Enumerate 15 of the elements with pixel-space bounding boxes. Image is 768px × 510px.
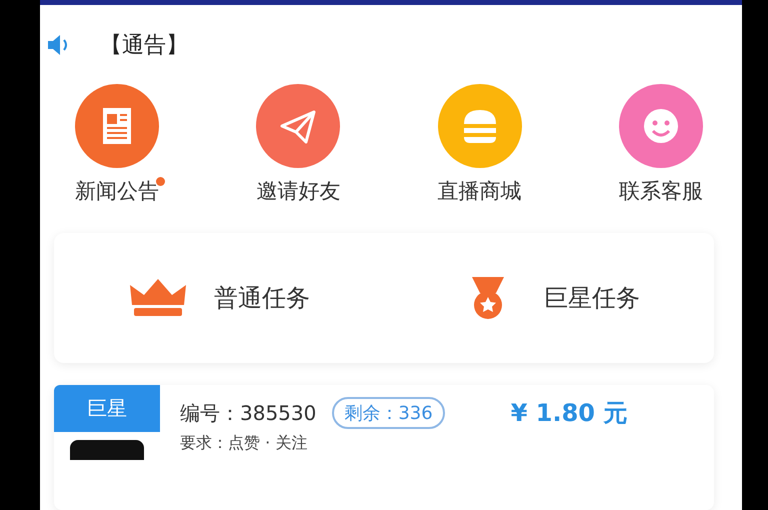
shortcut-button[interactable]: 直播商城 [414,83,545,205]
task-type-label: 普通任务 [214,283,310,314]
task-price: ¥ 1.80 元 [510,398,628,429]
remaining-badge: 剩余：336 [332,397,445,429]
task-type-label: 巨星任务 [544,283,640,314]
task-type-button[interactable]: 普通任务 [128,275,310,321]
shortcut-button[interactable]: 新闻公告 [52,83,182,205]
shortcut-button[interactable]: 联系客服 [596,83,726,205]
task-requirement: 要求：点赞 · 关注 [180,433,308,454]
notice-title: 【通告】 [100,32,188,60]
shortcut-button[interactable]: 邀请好友 [233,83,364,205]
task-card[interactable]: 巨星 编号：385530 剩余：336 ¥ 1.80 元 要求：点赞 · 关注 [54,385,714,510]
task-tag: 巨星 [54,385,160,432]
task-number: 编号：385530 [180,400,316,426]
task-type-button[interactable]: 巨星任务 [458,275,640,321]
